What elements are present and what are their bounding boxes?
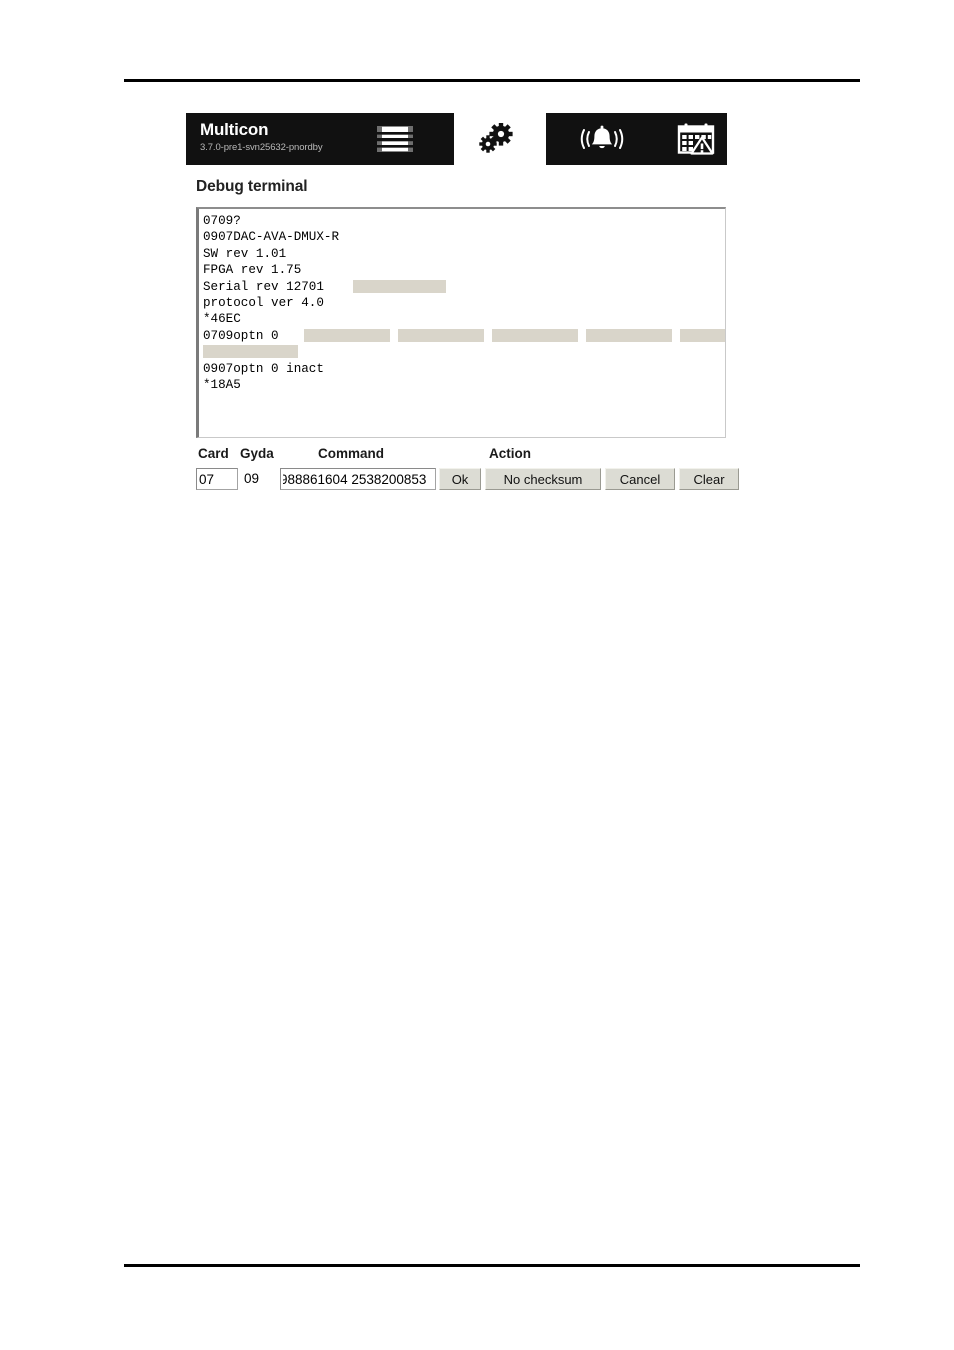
page-footer-rule — [124, 1264, 860, 1267]
rack-frame-icon[interactable] — [372, 124, 418, 154]
app-header: Multicon 3.7.0-pre1-svn25632-pnordby — [186, 113, 727, 165]
page-header-rule — [124, 79, 860, 82]
redaction-box — [398, 328, 484, 342]
terminal-line-text: 0709? — [203, 214, 241, 228]
page-title: Debug terminal — [196, 178, 308, 195]
terminal-line-text: 0709optn 0 — [203, 328, 279, 343]
debug-terminal-output[interactable]: 0709? 0907DAC-AVA-DMUX-R SW rev 1.01 FPGA r… — [196, 207, 726, 438]
terminal-line: 0907optn 0 inact — [203, 361, 725, 377]
ringing-bell-alarm-icon[interactable] — [578, 124, 626, 154]
redaction-box — [680, 328, 725, 342]
label-action: Action — [489, 446, 531, 461]
form-controls: 09 Ok No checksum Cancel Clear — [196, 468, 739, 492]
terminal-line — [203, 344, 725, 360]
no-checksum-button[interactable]: No checksum — [485, 468, 601, 490]
label-gyda: Gyda — [240, 446, 274, 461]
terminal-line-text: protocol ver 4.0 — [203, 295, 324, 310]
ok-button[interactable]: Ok — [439, 468, 481, 490]
terminal-line: *46EC — [203, 311, 725, 327]
terminal-line: Serial rev 12701 — [203, 279, 725, 295]
terminal-line-text: SW rev 1.01 — [203, 246, 287, 261]
redaction-box — [304, 328, 390, 342]
form-column-headers: Card Gyda Command Action — [196, 446, 736, 466]
label-card: Card — [198, 446, 229, 461]
gears-settings-icon[interactable] — [474, 123, 520, 155]
command-input[interactable] — [280, 468, 436, 490]
cancel-button[interactable]: Cancel — [605, 468, 675, 490]
terminal-line-text: 0907optn 0 inact — [203, 361, 324, 376]
brand-name: Multicon — [200, 120, 269, 139]
command-form: Card Gyda Command Action 09 Ok No checks… — [196, 446, 739, 492]
card-input[interactable] — [196, 468, 238, 490]
redaction-box — [586, 328, 672, 342]
terminal-lines: 0709? 0907DAC-AVA-DMUX-R SW rev 1.01 FPGA r… — [199, 209, 725, 393]
redaction-box — [353, 279, 446, 293]
gyda-value: 09 — [244, 471, 260, 486]
terminal-line: FPGA rev 1.75 — [203, 262, 725, 278]
terminal-line-text: Serial rev 12701 — [203, 279, 324, 294]
calendar-warning-icon[interactable] — [674, 123, 718, 155]
label-command: Command — [318, 446, 385, 461]
terminal-line: protocol ver 4.0 — [203, 295, 725, 311]
clear-button[interactable]: Clear — [679, 468, 739, 490]
terminal-line-text: *18A5 — [203, 377, 241, 392]
redaction-box — [492, 328, 578, 342]
brand: Multicon 3.7.0-pre1-svn25632-pnordby — [200, 120, 323, 153]
terminal-line: 0709optn 0 — [203, 328, 725, 344]
terminal-line-text: 0907DAC-AVA-DMUX-R — [203, 230, 340, 245]
terminal-line: 0907DAC-AVA-DMUX-R — [203, 229, 725, 245]
terminal-line-text: FPGA rev 1.75 — [203, 263, 302, 278]
terminal-line: *18A5 — [203, 377, 725, 393]
terminal-line: 0709? — [203, 213, 725, 229]
redaction-box — [203, 345, 298, 359]
brand-version: 3.7.0-pre1-svn25632-pnordby — [200, 142, 323, 153]
terminal-line-text: *46EC — [203, 312, 241, 327]
terminal-line: SW rev 1.01 — [203, 246, 725, 262]
